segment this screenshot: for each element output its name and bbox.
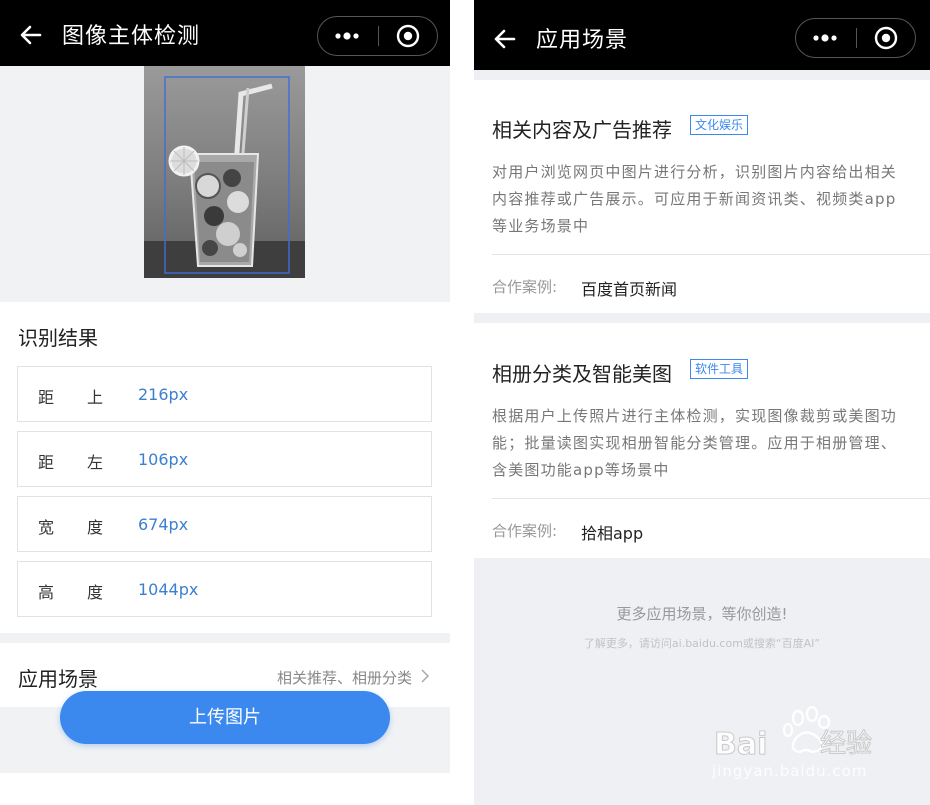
- scene-label: 应用场景: [18, 667, 98, 691]
- back-arrow-icon[interactable]: [490, 24, 520, 54]
- result-value: 1044px: [138, 580, 199, 599]
- scene-card-description: 根据用户上传照片进行主体检测，实现图像裁剪或美图功能；批量读图实现相册智能分类管…: [492, 407, 898, 479]
- mini-program-capsule: [317, 16, 438, 56]
- footer-subtext: 了解更多，请访问ai.baidu.com或搜索“百度AI”: [583, 637, 821, 650]
- result-label-char2: 度: [87, 518, 104, 537]
- close-target-icon[interactable]: [857, 19, 915, 57]
- nav-bar: 图像主体检测: [0, 0, 450, 66]
- category-tag: 软件工具: [690, 359, 749, 379]
- right-screen: 应用场景 相关内容及广告推荐 文化娱乐 对用户浏览网页中图片进行分析，识别图片内…: [474, 0, 930, 805]
- image-preview-area: [0, 66, 450, 302]
- category-tag: 文化娱乐: [690, 115, 749, 135]
- result-row-height: 高 度 1044px: [17, 561, 432, 617]
- page-title: 应用场景: [536, 28, 629, 53]
- result-value: 216px: [138, 385, 189, 404]
- scene-card-title: 相册分类及智能美图: [492, 362, 672, 386]
- section-divider: [474, 313, 930, 323]
- result-row-width: 宽 度 674px: [17, 496, 432, 552]
- svg-text:Bai: Bai: [714, 727, 767, 762]
- case-value[interactable]: 百度首页新闻: [581, 276, 677, 300]
- mini-program-capsule: [795, 18, 916, 58]
- result-label-char1: 距: [38, 388, 55, 407]
- scene-card-description: 对用户浏览网页中图片进行分析，识别图片内容给出相关内容推荐或广告展示。可应用于新…: [492, 163, 898, 235]
- section-divider: [0, 633, 450, 643]
- case-value[interactable]: 拾相app: [581, 520, 643, 544]
- footer-message: 更多应用场景，等你创造!: [616, 605, 788, 623]
- back-arrow-icon[interactable]: [16, 20, 46, 50]
- upload-image-button[interactable]: 上传图片: [60, 691, 390, 744]
- chevron-right-icon: [421, 669, 430, 683]
- page-title: 图像主体检测: [62, 24, 201, 49]
- svg-text:经验: 经验: [820, 729, 872, 759]
- section-divider: [474, 70, 930, 80]
- scene-card-title: 相关内容及广告推荐: [492, 118, 672, 142]
- result-label-char2: 上: [87, 388, 104, 407]
- result-label-char1: 高: [38, 583, 55, 602]
- scene-summary: 相关推荐、相册分类: [276, 669, 412, 687]
- case-label: 合作案例:: [492, 278, 558, 296]
- more-dots-icon[interactable]: [318, 17, 378, 55]
- result-value: 674px: [138, 515, 189, 534]
- result-label-char1: 宽: [38, 518, 55, 537]
- more-dots-icon[interactable]: [796, 19, 856, 57]
- close-target-icon[interactable]: [379, 17, 437, 55]
- uploaded-photo-glass: [144, 66, 305, 278]
- result-heading: 识别结果: [18, 326, 98, 350]
- result-label-char2: 左: [87, 453, 104, 472]
- watermark-site: jingyan.baidu.com: [712, 762, 868, 780]
- card-divider: [492, 498, 930, 499]
- result-row-top: 距 上 216px: [17, 366, 432, 422]
- result-label-char2: 度: [87, 583, 104, 602]
- result-row-left: 距 左 106px: [17, 431, 432, 487]
- left-screen: 图像主体检测 识别结果 距 上 216px 距 左 106px 宽 度 674p…: [0, 0, 450, 805]
- result-label-char1: 距: [38, 453, 55, 472]
- result-value: 106px: [138, 450, 189, 469]
- card-divider: [492, 254, 930, 255]
- nav-bar: 应用场景: [474, 0, 930, 70]
- case-label: 合作案例:: [492, 522, 558, 540]
